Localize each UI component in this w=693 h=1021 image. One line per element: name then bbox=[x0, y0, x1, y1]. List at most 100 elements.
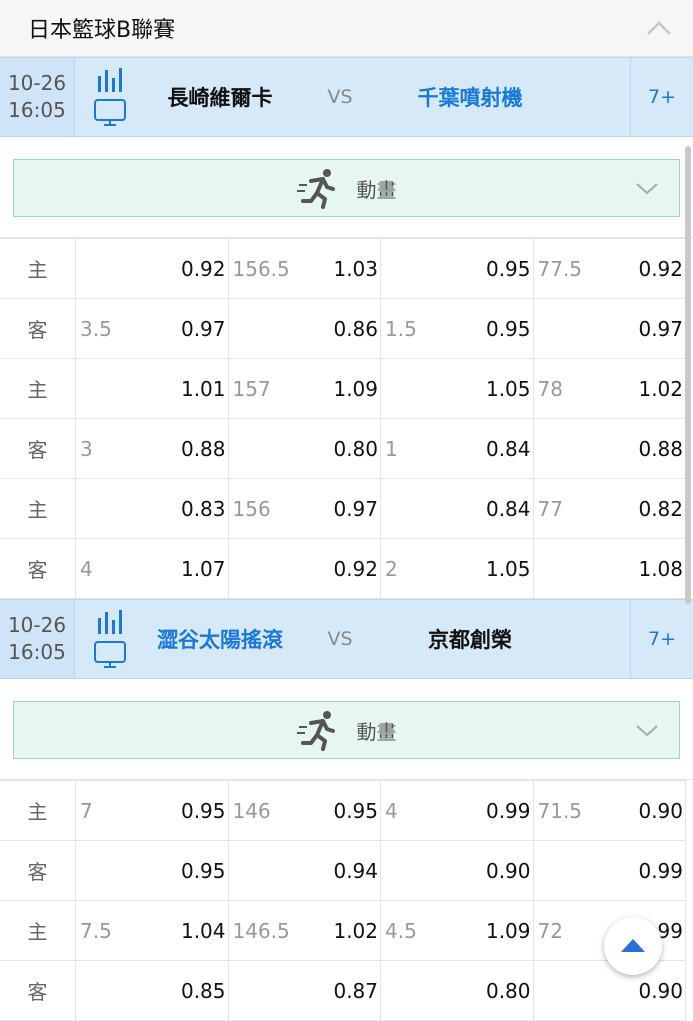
league-header[interactable]: 日本籃球B聯賽 bbox=[0, 0, 693, 57]
odds-cell[interactable]: 146.5 1.02 bbox=[227, 900, 381, 961]
odds-cell[interactable]: 1.01 bbox=[75, 358, 229, 419]
home-team[interactable]: 長崎維爾卡 bbox=[145, 82, 295, 112]
odds-cell[interactable]: 7 0.95 bbox=[75, 780, 229, 841]
odds-cell[interactable]: 0.90 bbox=[532, 960, 686, 1021]
animation-button[interactable]: 動畫 bbox=[13, 159, 680, 217]
odds-cell[interactable]: 0.92 bbox=[75, 238, 229, 299]
odds-cell[interactable]: 71.5 0.90 bbox=[532, 780, 686, 841]
odds-value[interactable]: 0.97 bbox=[181, 317, 226, 341]
odds-cell[interactable]: 3 0.88 bbox=[75, 418, 229, 479]
side-label: 主 bbox=[0, 478, 76, 539]
odds-value[interactable]: 0.85 bbox=[181, 979, 226, 1003]
odds-value[interactable]: 0.90 bbox=[638, 979, 683, 1003]
odds-value[interactable]: 0.83 bbox=[181, 497, 226, 521]
odds-value[interactable]: 0.99 bbox=[638, 859, 683, 883]
odds-cell[interactable]: 0.84 bbox=[380, 478, 534, 539]
live-tv-icon[interactable] bbox=[75, 608, 145, 670]
odds-value[interactable]: 0.97 bbox=[638, 317, 683, 341]
odds-cell[interactable]: 1.5 0.95 bbox=[380, 298, 534, 359]
odds-value[interactable]: 0.95 bbox=[486, 317, 531, 341]
odds-value[interactable]: 1.07 bbox=[181, 557, 226, 581]
odds-value[interactable]: 0.92 bbox=[181, 257, 226, 281]
odds-cell[interactable]: 0.86 bbox=[227, 298, 381, 359]
chevron-down-icon[interactable] bbox=[635, 718, 659, 742]
odds-value[interactable]: 0.90 bbox=[638, 799, 683, 823]
odds-value[interactable]: 1.09 bbox=[333, 377, 378, 401]
away-team[interactable]: 千葉噴射機 bbox=[385, 82, 555, 112]
animation-button[interactable]: 動畫 bbox=[13, 701, 680, 759]
odds-cell[interactable]: 7.5 1.04 bbox=[75, 900, 229, 961]
odds-value[interactable]: 1.01 bbox=[181, 377, 226, 401]
odds-cell[interactable]: 4 1.07 bbox=[75, 538, 229, 599]
chevron-up-icon[interactable] bbox=[645, 14, 673, 42]
odds-value[interactable]: 1.08 bbox=[638, 557, 683, 581]
odds-value[interactable]: 1.03 bbox=[333, 257, 378, 281]
odds-value[interactable]: 1.09 bbox=[486, 919, 531, 943]
odds-value[interactable]: 0.95 bbox=[333, 799, 378, 823]
odds-cell[interactable]: 77.5 0.92 bbox=[532, 238, 686, 299]
odds-value[interactable]: 0.92 bbox=[638, 257, 683, 281]
odds-cell[interactable]: 78 1.02 bbox=[532, 358, 686, 419]
odds-value[interactable]: 0.84 bbox=[486, 497, 531, 521]
odds-cell[interactable]: 0.88 bbox=[532, 418, 686, 479]
chevron-down-icon[interactable] bbox=[635, 176, 659, 200]
odds-value[interactable]: 0.99 bbox=[486, 799, 531, 823]
odds-cell[interactable]: 0.90 bbox=[380, 840, 534, 901]
odds-cell[interactable]: 1.05 bbox=[380, 358, 534, 419]
odds-value[interactable]: 0.84 bbox=[486, 437, 531, 461]
odds-value[interactable]: 1.04 bbox=[181, 919, 226, 943]
odds-value[interactable]: 0.80 bbox=[333, 437, 378, 461]
side-label: 客 bbox=[0, 418, 76, 479]
odds-cell[interactable]: 4 0.99 bbox=[380, 780, 534, 841]
odds-row: 主 0.92 156.5 1.03 0.95 77.5 0.92 bbox=[0, 238, 686, 299]
odds-value[interactable]: 0.95 bbox=[181, 799, 226, 823]
odds-value[interactable]: 0.97 bbox=[333, 497, 378, 521]
odds-cell[interactable]: 0.95 bbox=[75, 840, 229, 901]
odds-value[interactable]: 0.80 bbox=[486, 979, 531, 1003]
odds-value[interactable]: 0.87 bbox=[333, 979, 378, 1003]
odds-value[interactable]: 0.95 bbox=[181, 859, 226, 883]
odds-cell[interactable]: 4.5 1.09 bbox=[380, 900, 534, 961]
odds-value[interactable]: 1.05 bbox=[486, 377, 531, 401]
odds-cell[interactable]: 0.80 bbox=[380, 960, 534, 1021]
odds-cell[interactable]: 1 0.84 bbox=[380, 418, 534, 479]
match-row[interactable]: 10-26 16:05 長崎維爾卡 VS 千葉噴射機 7+ bbox=[0, 57, 693, 137]
odds-value[interactable]: 1.05 bbox=[486, 557, 531, 581]
home-team[interactable]: 澀谷太陽搖滾 bbox=[145, 624, 295, 654]
odds-value[interactable]: 1.02 bbox=[333, 919, 378, 943]
odds-cell[interactable]: 156.5 1.03 bbox=[227, 238, 381, 299]
odds-cell[interactable]: 0.83 bbox=[75, 478, 229, 539]
odds-value[interactable]: 0.92 bbox=[333, 557, 378, 581]
odds-cell[interactable]: 0.99 bbox=[532, 840, 686, 901]
odds-cell[interactable]: 2 1.05 bbox=[380, 538, 534, 599]
away-team[interactable]: 京都創榮 bbox=[385, 624, 555, 654]
match-time: 10-26 16:05 bbox=[0, 600, 75, 678]
odds-value[interactable]: 0.88 bbox=[181, 437, 226, 461]
odds-cell[interactable]: 3.5 0.97 bbox=[75, 298, 229, 359]
odds-cell[interactable]: 156 0.97 bbox=[227, 478, 381, 539]
odds-cell[interactable]: 0.85 bbox=[75, 960, 229, 1021]
odds-value[interactable]: 0.86 bbox=[333, 317, 378, 341]
more-markets-button[interactable]: 7+ bbox=[630, 58, 693, 136]
odds-cell[interactable]: 1.08 bbox=[532, 538, 686, 599]
odds-cell[interactable]: 157 1.09 bbox=[227, 358, 381, 419]
odds-value[interactable]: 0.94 bbox=[333, 859, 378, 883]
odds-value[interactable]: 0.88 bbox=[638, 437, 683, 461]
more-markets-button[interactable]: 7+ bbox=[630, 600, 693, 678]
odds-cell[interactable]: 0.92 bbox=[227, 538, 381, 599]
odds-cell[interactable]: 146 0.95 bbox=[227, 780, 381, 841]
odds-cell[interactable]: 0.87 bbox=[227, 960, 381, 1021]
odds-value[interactable]: 0.95 bbox=[486, 257, 531, 281]
scrollbar[interactable] bbox=[685, 146, 691, 604]
odds-cell[interactable]: 0.94 bbox=[227, 840, 381, 901]
back-to-top-button[interactable] bbox=[604, 917, 662, 975]
live-tv-icon[interactable] bbox=[75, 66, 145, 128]
odds-cell[interactable]: 0.95 bbox=[380, 238, 534, 299]
odds-value[interactable]: 0.90 bbox=[486, 859, 531, 883]
odds-cell[interactable]: 77 0.82 bbox=[532, 478, 686, 539]
odds-cell[interactable]: 0.80 bbox=[227, 418, 381, 479]
odds-cell[interactable]: 0.97 bbox=[532, 298, 686, 359]
odds-value[interactable]: 1.02 bbox=[638, 377, 683, 401]
odds-value[interactable]: 0.82 bbox=[638, 497, 683, 521]
match-row[interactable]: 10-26 16:05 澀谷太陽搖滾 VS 京都創榮 7+ bbox=[0, 599, 693, 679]
